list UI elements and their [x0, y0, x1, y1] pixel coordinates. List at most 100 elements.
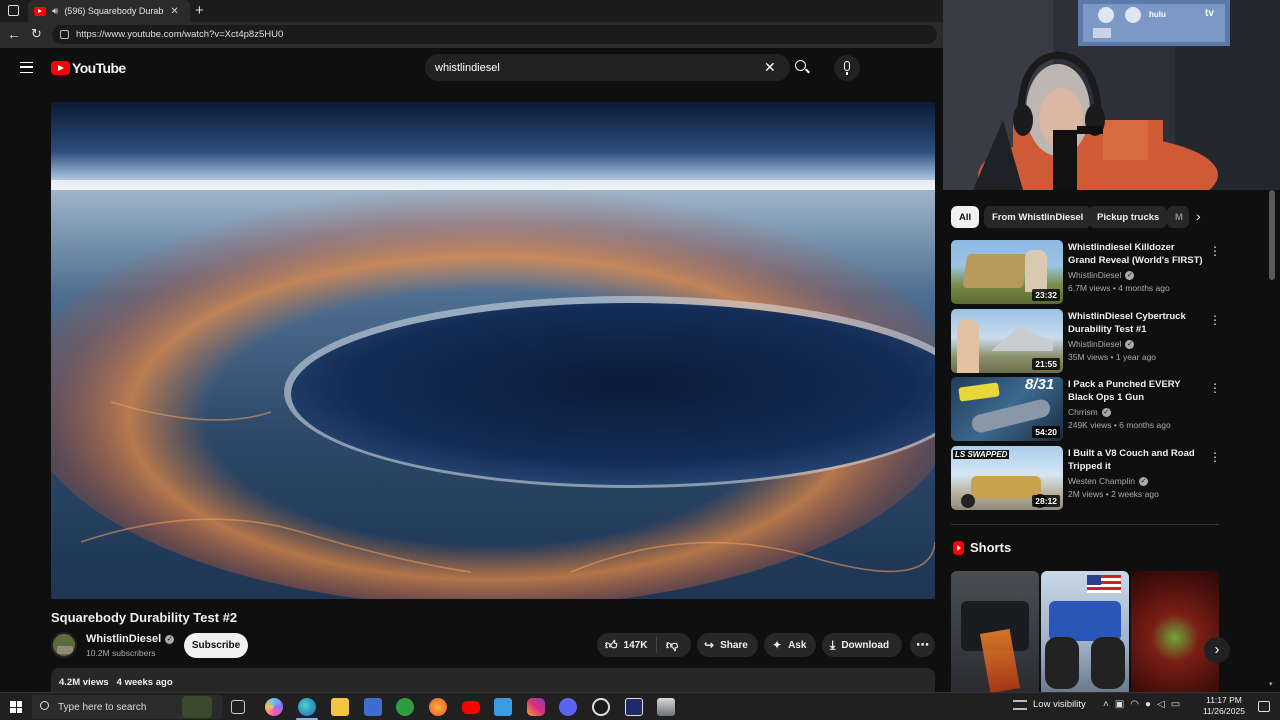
short-thumbnail[interactable] — [951, 571, 1039, 692]
weather-text: Low visibility — [1033, 699, 1086, 710]
url-field[interactable]: https://www.youtube.com/watch?v=Xct4p8z5… — [52, 25, 937, 44]
volume-icon[interactable]: ◁ — [1157, 699, 1165, 710]
video-frame-illustration — [51, 102, 935, 599]
more-horizontal-icon: ⋯ — [916, 637, 929, 652]
verified-icon: ✓ — [1138, 476, 1148, 486]
more-vertical-icon[interactable]: ⋮ — [1209, 381, 1221, 395]
ask-label: Ask — [788, 639, 807, 651]
network-app-icon[interactable] — [494, 698, 512, 716]
chip-label: From WhistlinDiesel — [992, 211, 1084, 223]
verified-icon: ✓ — [1125, 339, 1135, 349]
subscribe-button[interactable]: Subscribe — [184, 633, 248, 658]
chip-pickup-trucks[interactable]: Pickup trucks — [1089, 206, 1168, 228]
new-tab-icon[interactable]: + — [195, 2, 204, 19]
recommendation-item[interactable]: LS SWAPPED 28:12 I Built a V8 Couch and … — [951, 446, 1221, 510]
recommendation-item[interactable]: 23:32 Whistlindiesel Killdozer Grand Rev… — [951, 240, 1221, 304]
like-count: 147K — [623, 639, 648, 651]
thumbs-up-icon: 👍︎ — [605, 637, 618, 652]
game-app-icon[interactable] — [657, 698, 675, 716]
video-thumbnail[interactable]: 21:55 — [951, 309, 1063, 373]
windows-menu-icon[interactable] — [8, 5, 19, 16]
discord-icon[interactable] — [559, 698, 577, 716]
refresh-icon[interactable]: ↻ — [31, 26, 42, 42]
video-thumbnail[interactable]: LS SWAPPED 28:12 — [951, 446, 1063, 510]
dislike-button[interactable]: 👎︎ — [657, 638, 678, 653]
copilot-icon[interactable] — [265, 698, 283, 716]
recommendation-item[interactable]: 21:55 WhistlinDiesel Cybertruck Durabili… — [951, 309, 1221, 373]
notification-icon[interactable] — [1258, 701, 1270, 712]
chip-more[interactable]: M — [1167, 206, 1189, 228]
file-explorer-icon[interactable] — [331, 698, 349, 716]
short-thumbnail[interactable] — [1041, 571, 1129, 692]
recommendation-title: I Pack a Punched EVERY Black Ops 1 Gun — [1068, 379, 1181, 403]
youtube-logo-text: YouTube — [72, 60, 126, 76]
edge-icon[interactable] — [298, 698, 316, 716]
more-vertical-icon[interactable]: ⋮ — [1209, 313, 1221, 327]
more-vertical-icon[interactable]: ⋮ — [1209, 450, 1221, 464]
voice-search-button[interactable] — [834, 55, 860, 81]
description-box[interactable]: 4.2M views 4 weeks ago — [51, 668, 935, 692]
search-button[interactable] — [790, 54, 814, 81]
clear-search-icon[interactable]: ✕ — [764, 59, 776, 76]
share-label: Share — [720, 639, 748, 651]
video-thumbnail[interactable]: 23:32 — [951, 240, 1063, 304]
close-tab-icon[interactable]: ✕ — [170, 6, 178, 17]
ask-button[interactable]: ✦ Ask — [764, 633, 816, 657]
channel-avatar[interactable] — [51, 632, 77, 658]
obs-icon[interactable] — [592, 698, 610, 716]
address-toolbar: ← ↻ https://www.youtube.com/watch?v=Xct4… — [0, 22, 943, 48]
taskbar-clock[interactable]: 11:17 PM 11/26/2025 — [1200, 695, 1248, 717]
microphone-icon — [844, 61, 850, 71]
wifi-icon[interactable]: ◠ — [1130, 699, 1139, 710]
clock-date: 11/26/2025 — [1203, 706, 1245, 716]
page-scrollbar[interactable]: ▾ — [1268, 190, 1276, 692]
task-view-icon[interactable] — [231, 700, 245, 714]
video-thumbnail[interactable]: 8/31 54:20 — [951, 377, 1063, 441]
store-icon[interactable] — [364, 698, 382, 716]
search-input[interactable]: whistlindiesel ✕ — [425, 54, 790, 81]
recommendation-channel[interactable]: Westen Champlin ✓ — [1068, 476, 1148, 486]
like-button[interactable]: 👍︎ 147K — [597, 637, 657, 653]
youtube-app-icon[interactable] — [462, 701, 480, 714]
fog-icon — [1013, 699, 1027, 710]
chevron-right-icon: › — [1214, 641, 1220, 658]
tray-app-icon[interactable]: ▣ — [1115, 699, 1124, 710]
speaker-icon[interactable]: 🔊︎ — [52, 6, 58, 17]
xbox-icon[interactable] — [396, 698, 414, 716]
video-player[interactable] — [51, 102, 935, 599]
more-vertical-icon[interactable]: ⋮ — [1209, 244, 1221, 258]
windows-start-icon[interactable] — [10, 701, 22, 713]
youtube-logo[interactable]: YouTube — [51, 60, 126, 76]
chip-from-whistlindiesel[interactable]: From WhistlinDiesel — [984, 206, 1092, 228]
recommendation-channel[interactable]: Chrrism ✓ — [1068, 407, 1111, 417]
share-button[interactable]: ↪ Share — [697, 633, 758, 657]
battery-icon[interactable]: ▭ — [1171, 699, 1180, 710]
recommendation-title: Whistlindiesel Killdozer Grand Reveal (W… — [1068, 242, 1203, 266]
search-highlight-icon[interactable] — [182, 696, 212, 718]
more-actions-button[interactable]: ⋯ — [910, 633, 935, 657]
short-thumbnail[interactable] — [1131, 571, 1219, 692]
thumbnail-text: LS SWAPPED — [953, 450, 1010, 459]
channel-name-text: Chrrism — [1068, 407, 1098, 417]
chips-next-icon[interactable]: › — [1196, 208, 1201, 224]
back-icon[interactable]: ← — [7, 26, 21, 42]
firefox-icon[interactable] — [429, 698, 447, 716]
chevron-up-icon[interactable]: ˄ — [1103, 699, 1109, 710]
microphone-icon[interactable]: ● — [1145, 699, 1151, 710]
recommendation-channel[interactable]: WhistlinDiesel ✓ — [1068, 339, 1135, 349]
instagram-icon[interactable] — [527, 698, 545, 716]
channel-name[interactable]: WhistlinDiesel ✓ — [86, 633, 175, 645]
recommendation-item[interactable]: 8/31 54:20 I Pack a Punched EVERY Black … — [951, 377, 1221, 441]
app-icon[interactable] — [625, 698, 643, 716]
hamburger-menu-icon[interactable] — [20, 62, 33, 73]
chip-all[interactable]: All — [951, 206, 980, 228]
like-dislike-group: 👍︎ 147K 👎︎ — [597, 633, 691, 657]
weather-widget[interactable]: Low visibility — [1013, 699, 1086, 710]
shorts-next-button[interactable]: › — [1204, 637, 1230, 663]
download-icon: ⤓ — [830, 637, 836, 652]
video-duration: 21:55 — [1032, 358, 1060, 370]
recommendation-channel[interactable]: WhistlinDiesel ✓ — [1068, 270, 1135, 280]
download-button[interactable]: ⤓ Download — [822, 633, 902, 657]
browser-tab[interactable]: 🔊︎ (596) Squarebody Durabili ✕ — [28, 0, 190, 22]
site-info-icon[interactable] — [60, 30, 69, 39]
